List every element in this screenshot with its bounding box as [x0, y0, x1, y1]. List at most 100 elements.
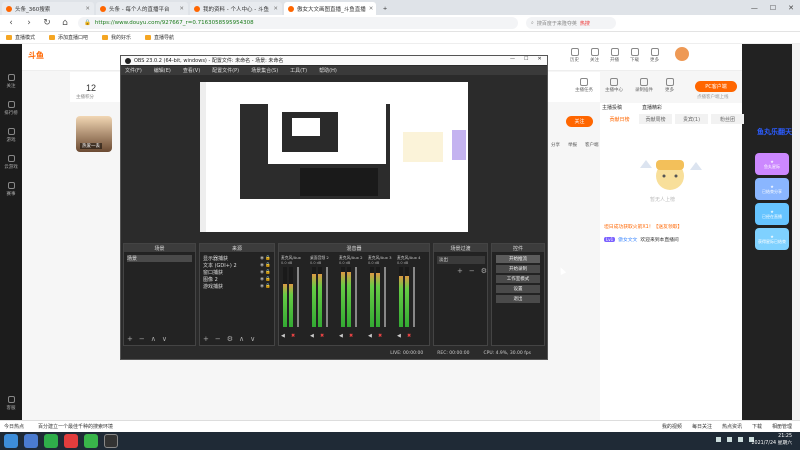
volume-slider[interactable] [326, 267, 328, 327]
menu-view[interactable]: 查看(V) [183, 67, 200, 74]
search-input[interactable]: ⌕ 搜百度于来隆夺英 热搜 [526, 17, 616, 29]
transition-select[interactable]: 淡出 [437, 256, 485, 264]
source-item[interactable]: 游戏捕获 ◉ 🔒 [203, 283, 271, 290]
user-avatar[interactable] [674, 46, 690, 62]
tab-3-active[interactable]: 傲女大文画图直播_斗鱼直播 ✕ [284, 2, 376, 15]
speaker-icon[interactable]: ◀ [339, 333, 343, 339]
new-tab-icon[interactable]: + [378, 2, 392, 15]
menu-file[interactable]: 文件(F) [125, 67, 142, 74]
refresh-icon[interactable]: ↻ [42, 18, 52, 28]
speaker-icon[interactable]: ◀ [397, 333, 401, 339]
eye-icon[interactable]: ◉ 🔒 [260, 270, 271, 275]
settings-icon[interactable]: ⚙ [481, 267, 487, 275]
download-button[interactable]: 下载 [630, 48, 639, 63]
pc-client-button[interactable]: PC客户端 [695, 81, 737, 92]
tab-fans[interactable]: 粉丝团 [711, 114, 744, 124]
nav-rank[interactable]: 排行榜 [0, 95, 22, 122]
close-icon[interactable]: ✕ [179, 6, 184, 12]
minimize-icon[interactable]: — [510, 56, 515, 62]
download-link[interactable]: 下载 [752, 423, 762, 430]
menu-scene-collection[interactable]: 场景集合(S) [251, 67, 278, 74]
bookmark-item[interactable]: 添加直播口吧 [49, 34, 88, 41]
wechat-icon[interactable] [44, 434, 58, 448]
source-item[interactable]: 窗口捕获 ◉ 🔒 [203, 269, 271, 276]
up-icon[interactable]: ∧ [151, 335, 156, 343]
up-icon[interactable]: ∧ [239, 335, 244, 343]
mute-icon[interactable]: ✖ [378, 333, 382, 339]
remove-icon[interactable]: − [215, 335, 221, 343]
chat-nickname[interactable]: 傲女文文 [618, 236, 637, 243]
nav-game[interactable]: 游戏 [0, 122, 22, 149]
settings-button[interactable]: 设置 [496, 285, 540, 293]
start-icon[interactable] [4, 434, 18, 448]
tab-vip[interactable]: 贵宾(1) [675, 114, 708, 124]
anchor-task-button[interactable]: 主播任务 [575, 78, 593, 93]
nav-service[interactable]: 客服 [0, 390, 22, 417]
tray-icon[interactable] [716, 437, 721, 442]
hot-info-link[interactable]: 热点资讯 [722, 423, 742, 430]
clock[interactable]: 21:25 2021/7/24 星期六 [751, 433, 792, 447]
start-recording-button[interactable]: 开始录制 [496, 265, 540, 273]
share-link[interactable]: 分享 [551, 142, 560, 148]
my-video-link[interactable]: 我的视频 [662, 423, 682, 430]
source-item[interactable]: 显示器捕获 ◉ 🔒 [203, 255, 271, 262]
eye-icon[interactable]: ◉ 🔒 [260, 277, 271, 282]
nav-event[interactable]: 赛事 [0, 176, 22, 203]
remove-icon[interactable]: − [139, 335, 145, 343]
down-icon[interactable]: ∨ [250, 335, 255, 343]
studio-mode-button[interactable]: 工作室模式 [496, 275, 540, 283]
add-icon[interactable]: + [203, 335, 209, 343]
close-icon[interactable]: ✕ [369, 6, 374, 12]
promo-item[interactable]: ★ 已经在直播 [755, 203, 789, 225]
live-highlight-tab[interactable]: 直播精彩 [642, 104, 662, 111]
browser-360-icon[interactable] [84, 434, 98, 448]
tab-daily-rank[interactable]: 贡献日榜 [603, 114, 636, 124]
maximize-icon[interactable]: ☐ [770, 4, 776, 12]
daily-follow-link[interactable]: 每日关注 [692, 423, 712, 430]
bookmark-item[interactable]: 直播模式 [6, 34, 35, 41]
tab-1[interactable]: 头条 - 每个人的直播平台 ✕ [96, 2, 188, 15]
app-icon[interactable] [64, 434, 78, 448]
follow-button[interactable]: 关注 [566, 116, 593, 127]
home-icon[interactable]: ⌂ [60, 18, 70, 28]
url-field[interactable]: 🔒 https://www.douyu.com/927667_r=0.716305… [78, 17, 518, 29]
close-icon[interactable]: ✕ [85, 6, 90, 12]
menu-edit[interactable]: 编辑(E) [154, 67, 171, 74]
hot-news-link[interactable]: 今日热点 [4, 423, 24, 430]
promo-item[interactable]: ★ 获得星际已结束 [755, 228, 789, 250]
down-icon[interactable]: ∨ [162, 335, 167, 343]
nav-cloud-game[interactable]: 云游戏 [0, 149, 22, 176]
forward-icon[interactable]: › [24, 18, 34, 28]
eye-icon[interactable]: ◉ 🔒 [260, 284, 271, 289]
anchor-more-button[interactable]: 更多 [665, 78, 674, 93]
anchor-post-tab[interactable]: 主播投稿 [602, 104, 622, 111]
maximize-icon[interactable]: ☐ [524, 56, 528, 62]
explorer-icon[interactable] [24, 434, 38, 448]
close-icon[interactable]: ✕ [273, 6, 278, 12]
douyu-logo[interactable]: 斗鱼 [28, 50, 44, 61]
promo-item[interactable]: ★ 鱼丸星际 [755, 153, 789, 175]
menu-tools[interactable]: 工具(T) [290, 67, 307, 74]
minimize-icon[interactable]: — [751, 4, 758, 12]
start-streaming-button[interactable]: 开始推流 [496, 255, 540, 263]
eye-icon[interactable]: ◉ 🔒 [260, 256, 271, 261]
volume-slider[interactable] [355, 267, 357, 327]
obs-taskbar-icon[interactable] [104, 434, 118, 448]
tray-icon[interactable] [727, 437, 732, 442]
back-icon[interactable]: ‹ [6, 18, 16, 28]
anchor-center-button[interactable]: 主播中心 [605, 78, 623, 93]
volume-slider[interactable] [384, 267, 386, 327]
more-button[interactable]: 更多 [650, 48, 659, 63]
menu-help[interactable]: 帮助(H) [319, 67, 337, 74]
bookmark-item[interactable]: 直播导航 [145, 34, 174, 41]
menu-profile[interactable]: 配置文件(P) [212, 67, 239, 74]
source-item[interactable]: 文本 (GDI+) 2 ◉ 🔒 [203, 262, 271, 269]
speaker-icon[interactable]: ◀ [281, 333, 285, 339]
report-link[interactable]: 举报 [568, 142, 577, 148]
source-item[interactable]: 图像 2 ◉ 🔒 [203, 276, 271, 283]
add-icon[interactable]: + [457, 267, 463, 275]
add-icon[interactable]: + [127, 335, 133, 343]
mute-icon[interactable]: ✖ [349, 333, 353, 339]
record-plugin-button[interactable]: 录制插件 [635, 78, 653, 93]
tab-0[interactable]: 头条_360搜索 ✕ [2, 2, 94, 15]
